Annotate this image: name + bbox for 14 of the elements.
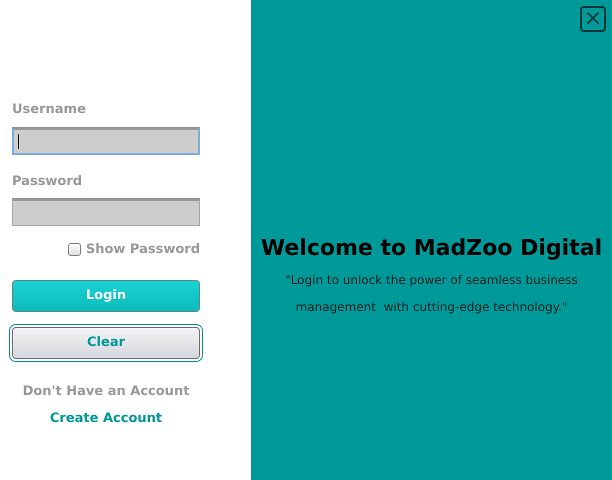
create-account-link[interactable]: Create Account — [50, 409, 162, 428]
checkbox-label: Show Password — [86, 241, 200, 259]
input-field[interactable] — [12, 126, 200, 154]
text-cursor — [18, 134, 19, 148]
close-button[interactable]: × — [580, 6, 606, 32]
tagline-text: management with cutting-edge technology." — [296, 299, 568, 316]
welcome-title: Welcome to MadZoo Digital — [260, 235, 602, 263]
field-label: Password — [12, 172, 84, 190]
login-button[interactable]: Login — [12, 280, 200, 312]
tagline-text: "Login to unlock the power of seamless business — [285, 272, 578, 289]
field-label: Username — [12, 101, 87, 119]
checkbox[interactable] — [68, 243, 81, 256]
input-field[interactable] — [12, 198, 200, 226]
account-prompt: Don't Have an Account — [22, 382, 190, 400]
